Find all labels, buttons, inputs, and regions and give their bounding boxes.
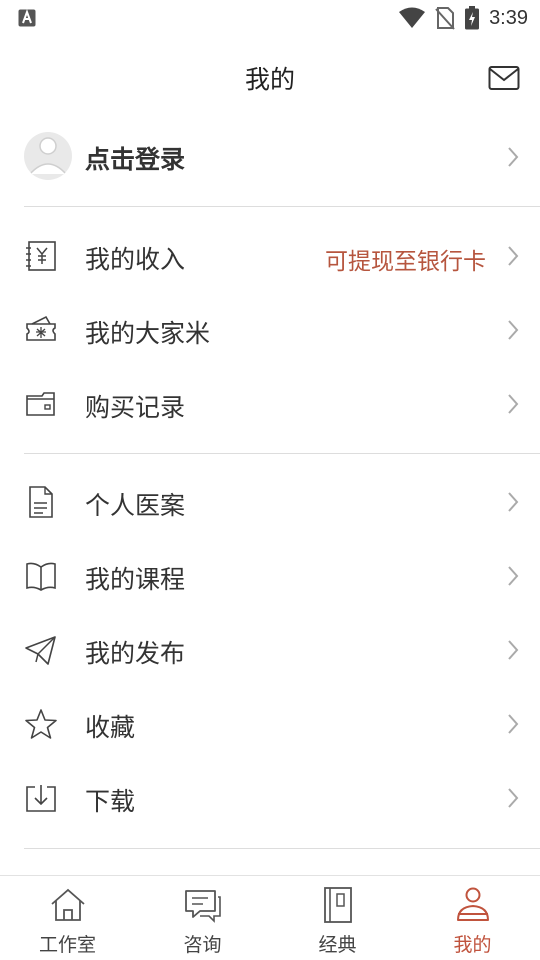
paper-plane-icon <box>25 636 56 665</box>
income-yuan-icon <box>26 241 56 271</box>
mail-icon[interactable] <box>488 64 520 92</box>
home-icon <box>50 888 85 921</box>
section-divider <box>24 453 540 454</box>
star-icon <box>25 709 57 739</box>
login-label[interactable]: 点击登录 <box>85 140 185 176</box>
menu-item-rice[interactable]: 我的大家米 <box>0 293 540 367</box>
status-time: 3:39 <box>489 6 528 29</box>
menu-item-label: 下载 <box>85 787 136 816</box>
tab-label: 我的 <box>453 934 492 956</box>
page-title: 我的 <box>244 65 295 94</box>
wifi-icon <box>399 7 426 28</box>
section-divider <box>24 848 540 849</box>
section-divider <box>24 206 540 207</box>
menu-item-medical-cases[interactable]: 个人医案 <box>0 465 540 539</box>
menu-item-downloads[interactable]: 下载 <box>0 761 540 835</box>
tab-studio[interactable]: 工作室 <box>0 876 135 960</box>
status-bar: 3:39 <box>0 0 540 36</box>
tab-consult[interactable]: 咨询 <box>135 876 270 960</box>
document-icon <box>29 486 53 518</box>
rice-ticket-icon <box>26 315 56 341</box>
person-icon <box>456 887 489 921</box>
menu-item-label: 我的课程 <box>85 565 186 594</box>
tab-label: 咨询 <box>183 934 222 956</box>
book-icon <box>323 887 352 923</box>
chevron-right-icon <box>508 714 519 734</box>
tab-label: 工作室 <box>38 934 96 956</box>
wallet-icon <box>26 392 55 416</box>
download-icon <box>26 785 56 812</box>
chevron-right-icon <box>508 788 519 808</box>
menu-item-posts[interactable]: 我的发布 <box>0 613 540 687</box>
tab-mine[interactable]: 我的 <box>405 876 540 960</box>
menu-item-label: 我的大家米 <box>85 319 211 348</box>
chevron-right-icon <box>508 492 519 512</box>
tab-classics[interactable]: 经典 <box>270 876 405 960</box>
tab-label: 经典 <box>318 934 357 956</box>
menu-item-label: 我的收入 <box>85 245 186 274</box>
chevron-right-icon <box>508 147 519 167</box>
menu-item-courses[interactable]: 我的课程 <box>0 539 540 613</box>
chevron-right-icon <box>508 566 519 586</box>
login-row[interactable]: 点击登录 <box>0 120 540 196</box>
battery-charging-icon <box>465 6 480 30</box>
default-avatar-icon <box>29 137 67 175</box>
menu-item-label: 我的发布 <box>85 639 186 668</box>
chevron-right-icon <box>508 320 519 340</box>
menu-item-label: 收藏 <box>85 713 136 742</box>
notification-a-icon <box>18 9 36 27</box>
chevron-right-icon <box>508 394 519 414</box>
bottom-tab-bar: 工作室 咨询 经典 我的 <box>0 875 540 960</box>
chevron-right-icon <box>508 246 519 266</box>
menu-item-label: 购买记录 <box>85 393 186 422</box>
menu-item-label: 个人医案 <box>85 491 186 520</box>
menu-item-favorites[interactable]: 收藏 <box>0 687 540 761</box>
chevron-right-icon <box>508 640 519 660</box>
no-sim-icon <box>435 7 455 30</box>
menu-item-purchases[interactable]: 购买记录 <box>0 367 540 441</box>
top-header: 我的 <box>0 48 540 108</box>
avatar[interactable] <box>24 132 72 180</box>
open-book-icon <box>26 562 56 591</box>
withdraw-hint: 可提现至银行卡 <box>325 249 486 275</box>
menu-item-income[interactable]: 我的收入 可提现至银行卡 <box>0 219 540 293</box>
chat-icon <box>184 890 221 923</box>
